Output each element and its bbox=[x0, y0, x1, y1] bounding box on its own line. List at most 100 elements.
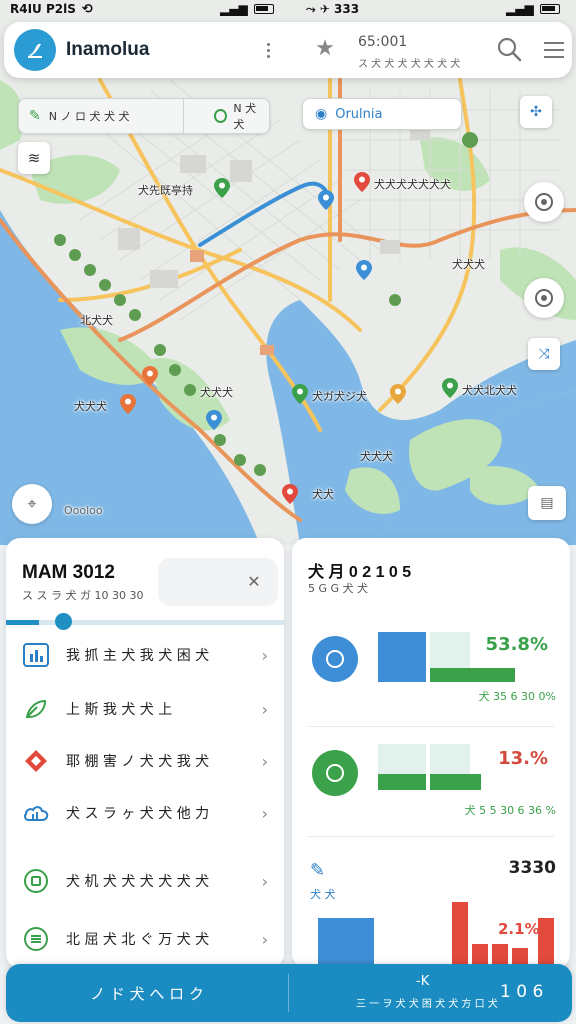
divider bbox=[308, 836, 554, 837]
bottom-bar-sublabel: 三 一 ヲ 犬 犬 困 犬 犬 方 口 犬 bbox=[356, 999, 498, 1010]
primary-action-button[interactable]: ノ ド 犬 へ ロ ク bbox=[6, 964, 288, 1022]
status-bar-right: ⤳ ✈ 333 bbox=[306, 0, 359, 18]
map-place-label: 犬犬犬 bbox=[74, 400, 107, 413]
stat-green-icon bbox=[312, 750, 358, 796]
stat-row-1[interactable]: 53.8% 犬 35 6 30 0% bbox=[292, 618, 570, 728]
map-pin-green[interactable] bbox=[214, 178, 230, 198]
progress-knob[interactable] bbox=[55, 613, 73, 630]
map-pin-orange[interactable] bbox=[120, 394, 136, 414]
location-icon: ⌖ bbox=[27, 494, 37, 513]
progress-track[interactable] bbox=[6, 620, 284, 625]
cloud-icon bbox=[22, 799, 50, 827]
map-filter-chip[interactable]: ✎ N ノ ロ 犬 犬 犬 N 犬 犬 bbox=[18, 98, 270, 134]
chip-label: Orulnia bbox=[335, 106, 383, 122]
counter-button[interactable]: 1 0 6 bbox=[500, 982, 543, 1002]
map-place-label: 犬犬犬 bbox=[452, 258, 485, 271]
map-layer-chip[interactable]: ◉ Orulnia bbox=[302, 98, 462, 130]
compass-icon: ✣ bbox=[530, 104, 542, 120]
map-attribution: Oooloo bbox=[64, 504, 103, 517]
list-icon bbox=[22, 925, 50, 953]
stat-percent: 13.% bbox=[498, 748, 548, 769]
panel-subtitle: ス ス ラ 犬 ガ 10 30 30 bbox=[22, 589, 144, 602]
layers-button[interactable]: ≋ bbox=[18, 142, 50, 174]
menu-item[interactable]: 犬 ス ラ ヶ 犬 犬 他 力 › bbox=[6, 790, 284, 836]
direction-icon: ⤨ bbox=[538, 346, 550, 362]
signal-icon: ▂▄▆ bbox=[506, 2, 534, 16]
compass-button[interactable]: ✣ bbox=[520, 96, 552, 128]
app-title: Inamolua bbox=[66, 39, 150, 60]
map-place-label: 犬ガ犬ジ犬 bbox=[312, 390, 367, 403]
logo-icon[interactable] bbox=[14, 29, 56, 71]
map-place-label: 北犬犬 bbox=[80, 314, 113, 327]
header-subtitle: ス 犬 犬 犬 犬 犬 犬 犬 bbox=[358, 59, 461, 70]
chevron-right-icon: › bbox=[261, 699, 268, 719]
diamond-icon bbox=[22, 747, 50, 775]
pencil-icon: ✎ bbox=[29, 108, 41, 124]
app-header: Inamolua ★ 65:001 ス 犬 犬 犬 犬 犬 犬 犬 bbox=[4, 22, 572, 78]
panel-title: 犬 月 0 2 1 0 5 bbox=[308, 564, 412, 581]
menu-item-label: 北 屈 犬 北 ぐ 万 犬 犬 bbox=[66, 932, 210, 948]
recenter-button[interactable] bbox=[524, 278, 564, 318]
map-icon: ▤ bbox=[540, 495, 554, 511]
map-place-label: 犬犬犬 bbox=[200, 386, 233, 399]
menu-icon[interactable] bbox=[544, 42, 564, 58]
status-bar-left: R4IU P2lS ⟲ bbox=[10, 0, 93, 18]
map-pin-blue[interactable] bbox=[318, 190, 334, 210]
chevron-right-icon: › bbox=[261, 803, 268, 823]
more-vertical-icon[interactable] bbox=[260, 38, 276, 62]
chevron-right-icon: › bbox=[261, 751, 268, 771]
battery-icon bbox=[539, 4, 560, 14]
bottom-stat-percent: 2.1% bbox=[498, 920, 540, 938]
menu-item[interactable]: 北 屈 犬 北 ぐ 万 犬 犬 › bbox=[6, 916, 284, 962]
stat-footnote: 犬 35 6 30 0% bbox=[478, 690, 556, 703]
chip-label: N ノ ロ 犬 犬 犬 bbox=[48, 110, 130, 123]
location-pin-icon: ◉ bbox=[315, 106, 328, 122]
menu-item[interactable]: 上 斯 我 犬 犬 上 › bbox=[6, 686, 284, 732]
panel-subtitle: 5 G G 犬 犬 bbox=[308, 582, 369, 595]
locate-button[interactable] bbox=[524, 182, 564, 222]
leaf-icon bbox=[22, 695, 50, 723]
stat-blue-icon bbox=[312, 636, 358, 682]
search-icon[interactable] bbox=[496, 36, 522, 62]
map-pin-green[interactable] bbox=[292, 384, 308, 404]
menu-item-label: 耶 棚 害 ノ 犬 犬 我 犬 bbox=[66, 754, 210, 770]
target-icon bbox=[535, 193, 553, 211]
star-icon[interactable]: ★ bbox=[312, 36, 338, 62]
header-time: 65:001 bbox=[358, 34, 408, 50]
menu-item[interactable]: 我 抓 主 犬 我 犬 困 犬 › bbox=[6, 632, 284, 678]
status-bar-center: ▂▄▆ bbox=[220, 0, 274, 18]
map-view-button[interactable]: ▤ bbox=[528, 486, 566, 520]
map-pin-red[interactable] bbox=[354, 172, 370, 192]
sync-icon: ⟲ bbox=[81, 1, 93, 17]
map-pin-red[interactable] bbox=[282, 484, 298, 504]
map-pin-blue[interactable] bbox=[206, 410, 222, 430]
pencil-icon: ✎ bbox=[310, 860, 326, 881]
map-pin-green[interactable] bbox=[442, 378, 458, 398]
chip-divider bbox=[182, 98, 184, 134]
map-place-label: 犬犬犬 bbox=[360, 450, 393, 463]
divider bbox=[288, 974, 289, 1012]
menu-item-label: 犬 机 犬 犬 犬 犬 犬 犬 bbox=[66, 874, 210, 890]
my-location-button[interactable]: ⌖ bbox=[12, 484, 52, 524]
close-icon[interactable]: ✕ bbox=[246, 574, 262, 590]
map-place-label: 犬犬 bbox=[312, 488, 334, 501]
map-pin-blue[interactable] bbox=[356, 260, 372, 280]
target-icon bbox=[535, 289, 553, 307]
stats-panel: 犬 月 0 2 1 0 5 5 G G 犬 犬 53.8% 犬 35 6 30 … bbox=[292, 538, 570, 968]
chevron-right-icon: › bbox=[261, 645, 268, 665]
bottom-action-bar: ノ ド 犬 へ ロ ク -K 三 一 ヲ 犬 犬 困 犬 犬 方 口 犬 1 0… bbox=[6, 964, 572, 1022]
divider bbox=[308, 726, 554, 727]
map-pin-orange[interactable] bbox=[142, 366, 158, 386]
direction-button[interactable]: ⤨ bbox=[528, 338, 560, 370]
map-place-label: 犬先既亭持 bbox=[138, 184, 193, 197]
stat-row-2[interactable]: 13.% 犬 5 5 30 6 36 % bbox=[292, 732, 570, 842]
menu-item-label: 犬 ス ラ ヶ 犬 犬 他 力 bbox=[66, 806, 210, 822]
circle-icon bbox=[213, 109, 228, 123]
map-view[interactable]: 犬先既亭持 犬犬犬犬犬犬犬 犬犬犬 北犬犬 犬犬犬 犬ガ犬ジ犬 犬犬北犬犬 犬犬… bbox=[0, 0, 576, 545]
menu-item[interactable]: 耶 棚 害 ノ 犬 犬 我 犬 › bbox=[6, 738, 284, 784]
menu-item-label: 上 斯 我 犬 犬 上 bbox=[66, 702, 173, 718]
trip-panel: MAM 3012 ス ス ラ 犬 ガ 10 30 30 ✕ 我 抓 主 犬 我 … bbox=[6, 538, 284, 968]
map-pin-orange[interactable] bbox=[390, 384, 406, 404]
status-bar-far-right: ▂▄▆ bbox=[506, 0, 560, 18]
menu-item[interactable]: 犬 机 犬 犬 犬 犬 犬 犬 › bbox=[6, 858, 284, 904]
